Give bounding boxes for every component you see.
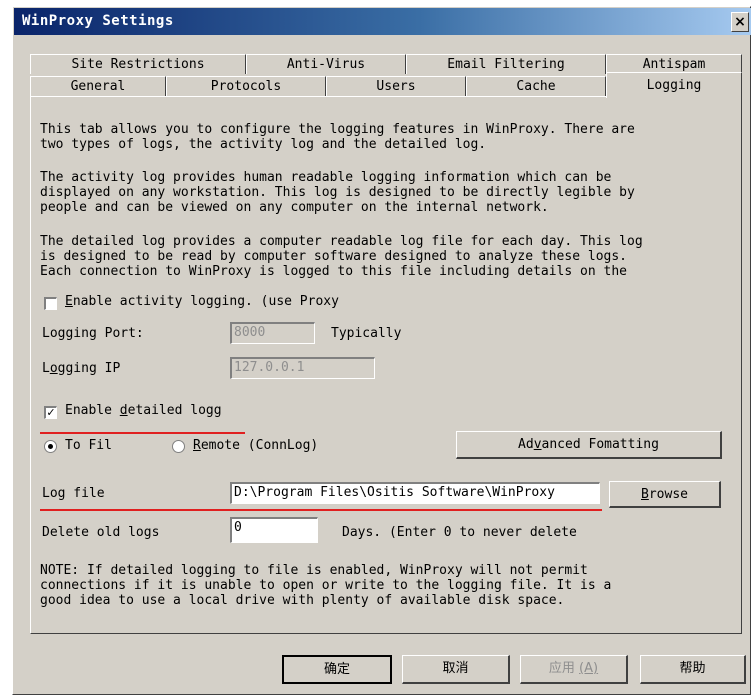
enable-detailed-logging-checkbox[interactable]: ✓ xyxy=(44,406,57,419)
enable-detailed-logging-label[interactable]: Enable detailed logg xyxy=(65,403,222,418)
to-file-radio[interactable] xyxy=(44,440,57,453)
advanced-formatting-button[interactable]: Advanced Fomatting xyxy=(456,431,722,459)
delete-old-logs-hint: Days. (Enter 0 to never delete xyxy=(342,525,577,540)
remote-connlog-radio[interactable] xyxy=(172,440,185,453)
intro-paragraph-3: The detailed log provides a computer rea… xyxy=(40,234,643,279)
log-file-path-field[interactable]: D:\Program Files\Ositis Software\WinProx… xyxy=(230,482,600,504)
enable-activity-logging-checkbox[interactable] xyxy=(44,297,57,310)
red-annotation-underline-2 xyxy=(40,509,602,511)
intro-paragraph-2: The activity log provides human readable… xyxy=(40,170,635,215)
browse-button[interactable]: Browse xyxy=(609,481,721,508)
enable-activity-logging-label[interactable]: Enable activity logging. (use Proxy xyxy=(65,294,339,309)
log-file-label: Log file xyxy=(42,486,105,501)
intro-paragraph-1: This tab allows you to configure the log… xyxy=(40,122,635,152)
note-text: NOTE: If detailed logging to file is ena… xyxy=(40,563,612,608)
delete-old-logs-label: Delete old logs xyxy=(42,525,160,540)
logging-ip-label: Logging IP xyxy=(42,361,121,376)
panel-content: This tab allows you to configure the log… xyxy=(0,0,751,695)
radio-selected-dot xyxy=(48,444,53,449)
logging-ip-field[interactable]: 127.0.0.1 xyxy=(230,357,375,379)
delete-old-logs-days-field[interactable]: 0 xyxy=(230,517,318,543)
red-annotation-underline xyxy=(40,432,245,434)
logging-port-label: Logging Port: xyxy=(42,326,144,341)
checkmark-icon: ✓ xyxy=(46,406,56,419)
logging-port-hint: Typically xyxy=(331,326,402,341)
remote-connlog-label[interactable]: Remote (ConnLog) xyxy=(193,438,318,453)
to-file-label[interactable]: To Fil xyxy=(65,438,112,453)
logging-port-field[interactable]: 8000 xyxy=(230,322,315,344)
